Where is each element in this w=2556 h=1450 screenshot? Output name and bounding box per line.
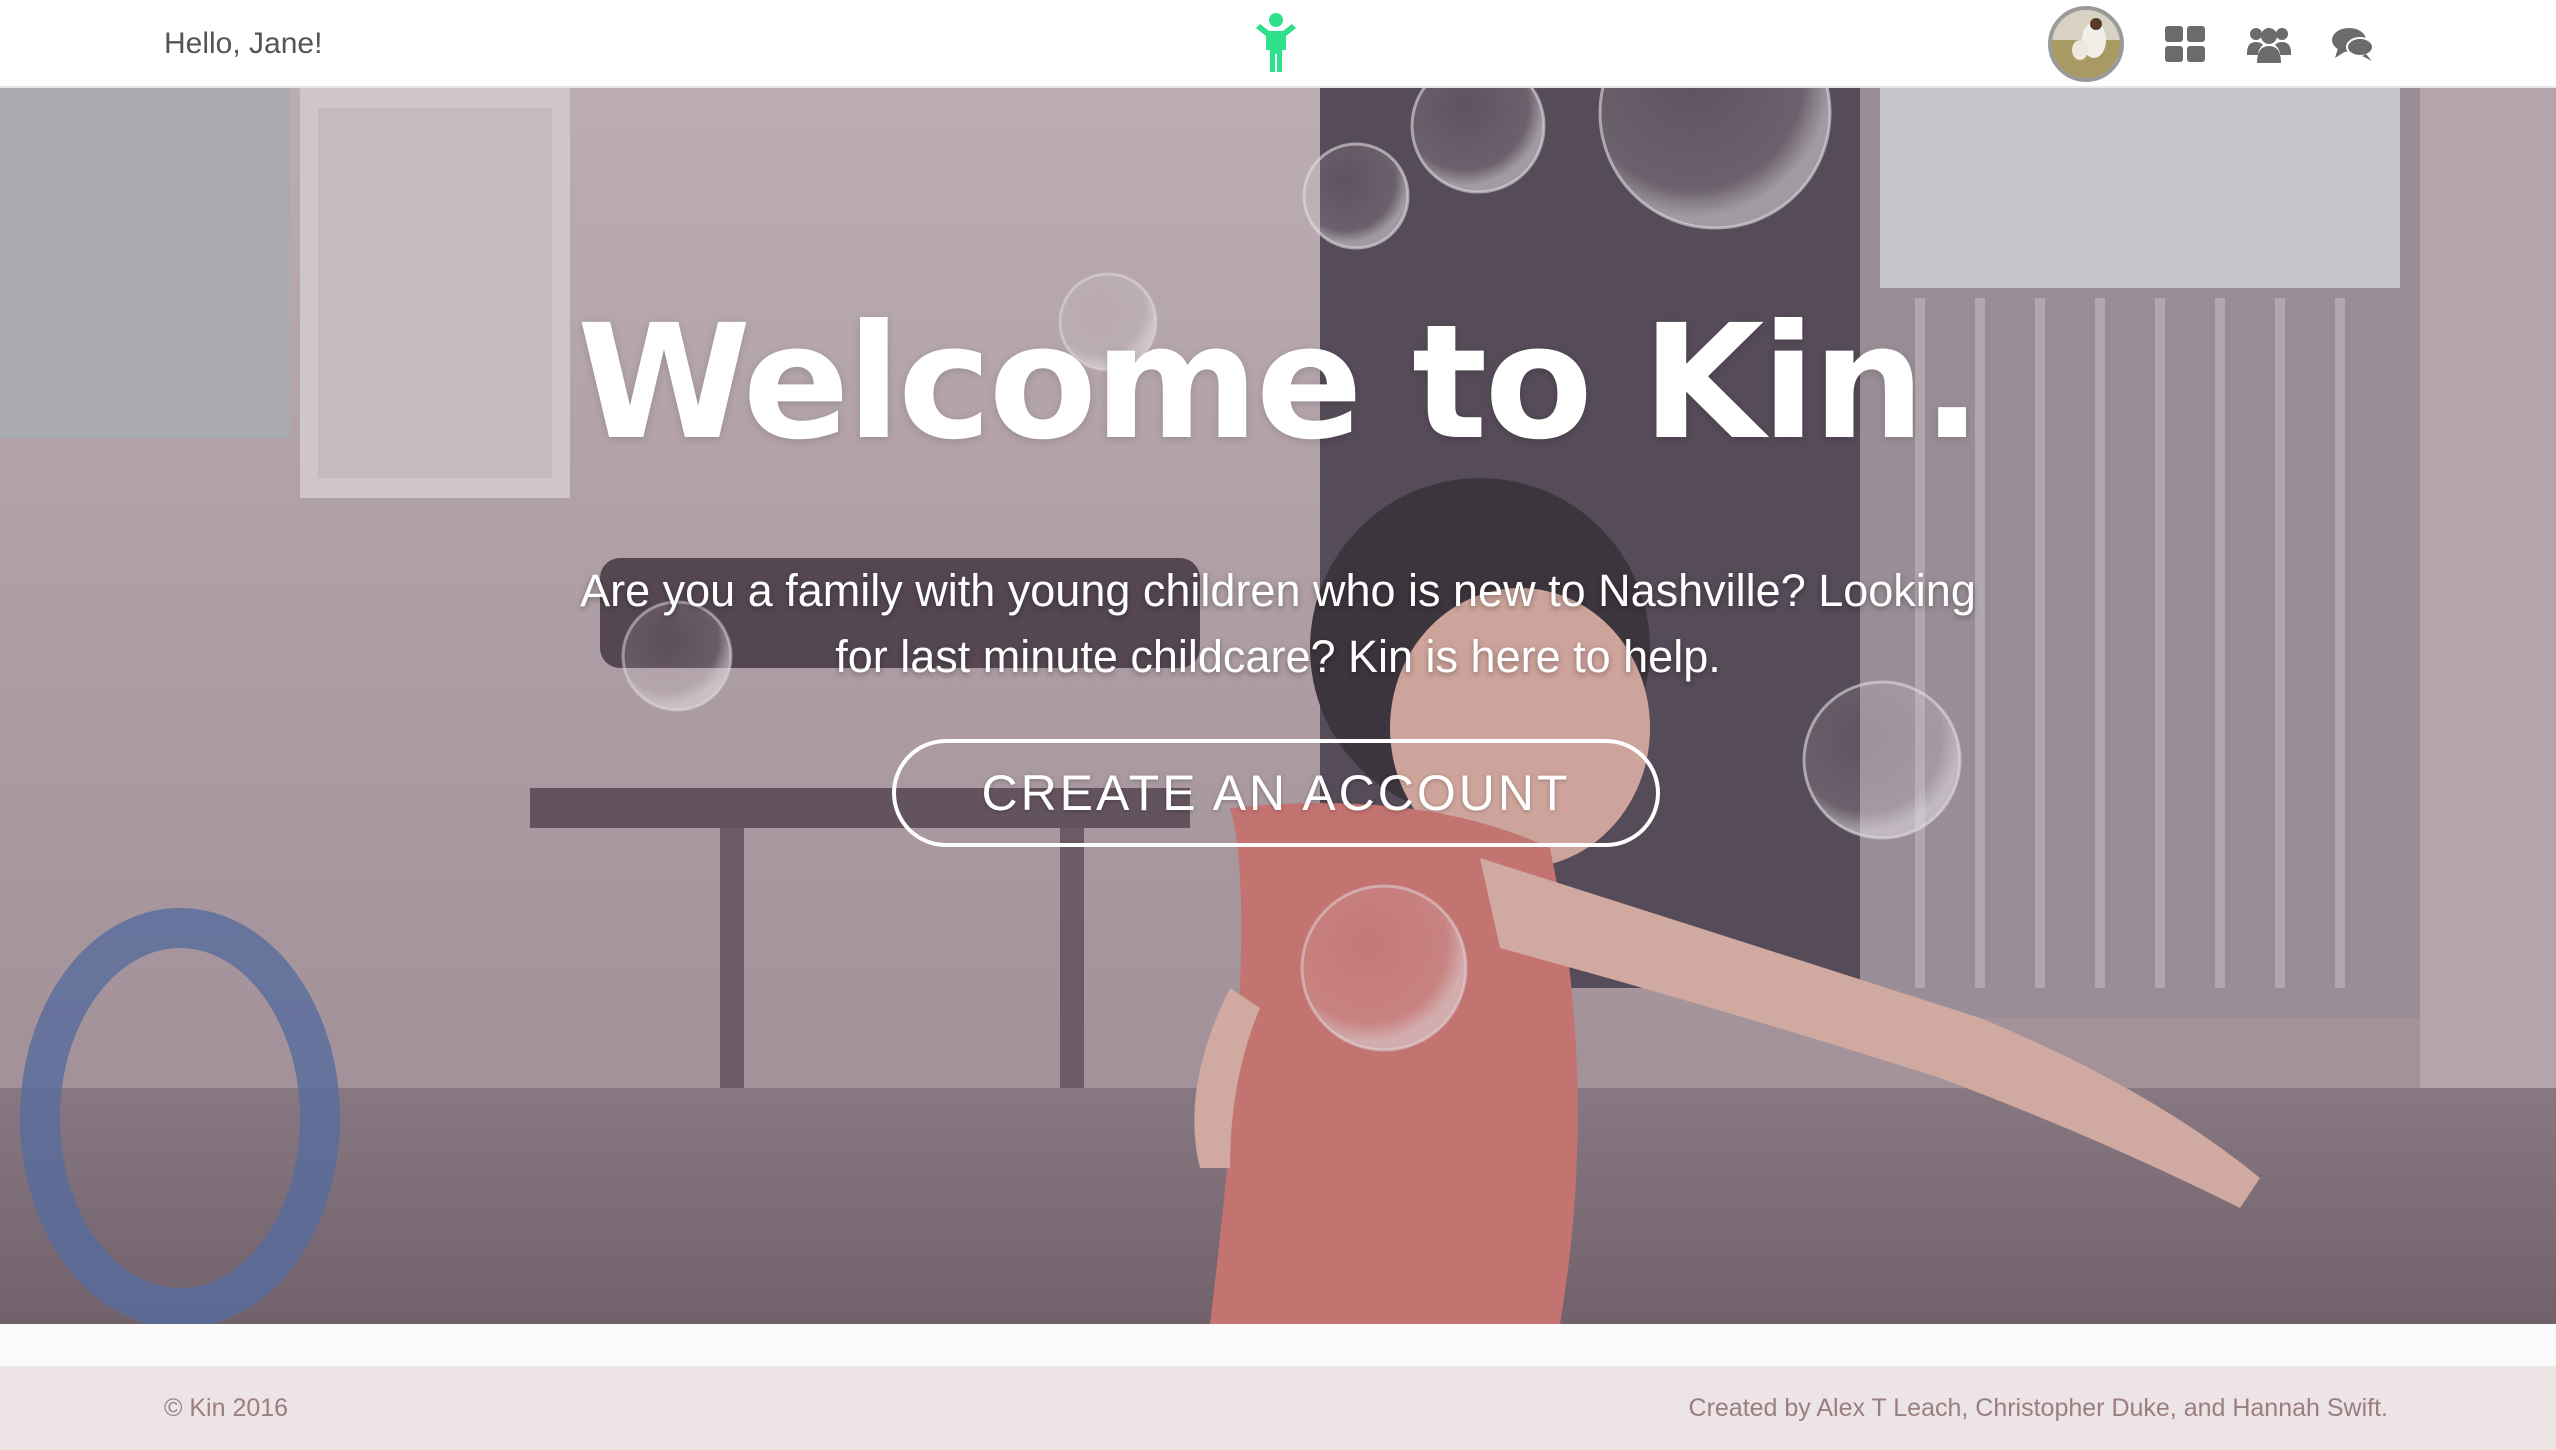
top-navbar: Hello, Jane! — [0, 0, 2556, 88]
footer-spacer — [0, 1324, 2556, 1366]
hero-tint-overlay — [0, 88, 2556, 1324]
child-figure-icon[interactable] — [1250, 12, 1302, 74]
hero-title: Welcome to Kin. — [576, 291, 1982, 475]
groups-icon[interactable] — [2246, 21, 2292, 67]
footer-copyright: © Kin 2016 — [164, 1394, 289, 1422]
chat-icon[interactable] — [2330, 21, 2376, 67]
avatar[interactable] — [2048, 6, 2124, 82]
footer-credits: Created by Alex T Leach, Christopher Duk… — [1688, 1394, 2388, 1422]
user-greeting: Hello, Jane! — [164, 27, 323, 60]
create-account-button[interactable]: CREATE AN ACCOUNT — [892, 739, 1660, 847]
footer: © Kin 2016 Created by Alex T Leach, Chri… — [0, 1366, 2556, 1450]
dashboard-grid-icon[interactable] — [2162, 21, 2208, 67]
nav-actions — [2048, 0, 2376, 88]
hero-section: Welcome to Kin. Are you a family with yo… — [0, 88, 2556, 1324]
hero-subtitle: Are you a family with young children who… — [580, 565, 1976, 682]
